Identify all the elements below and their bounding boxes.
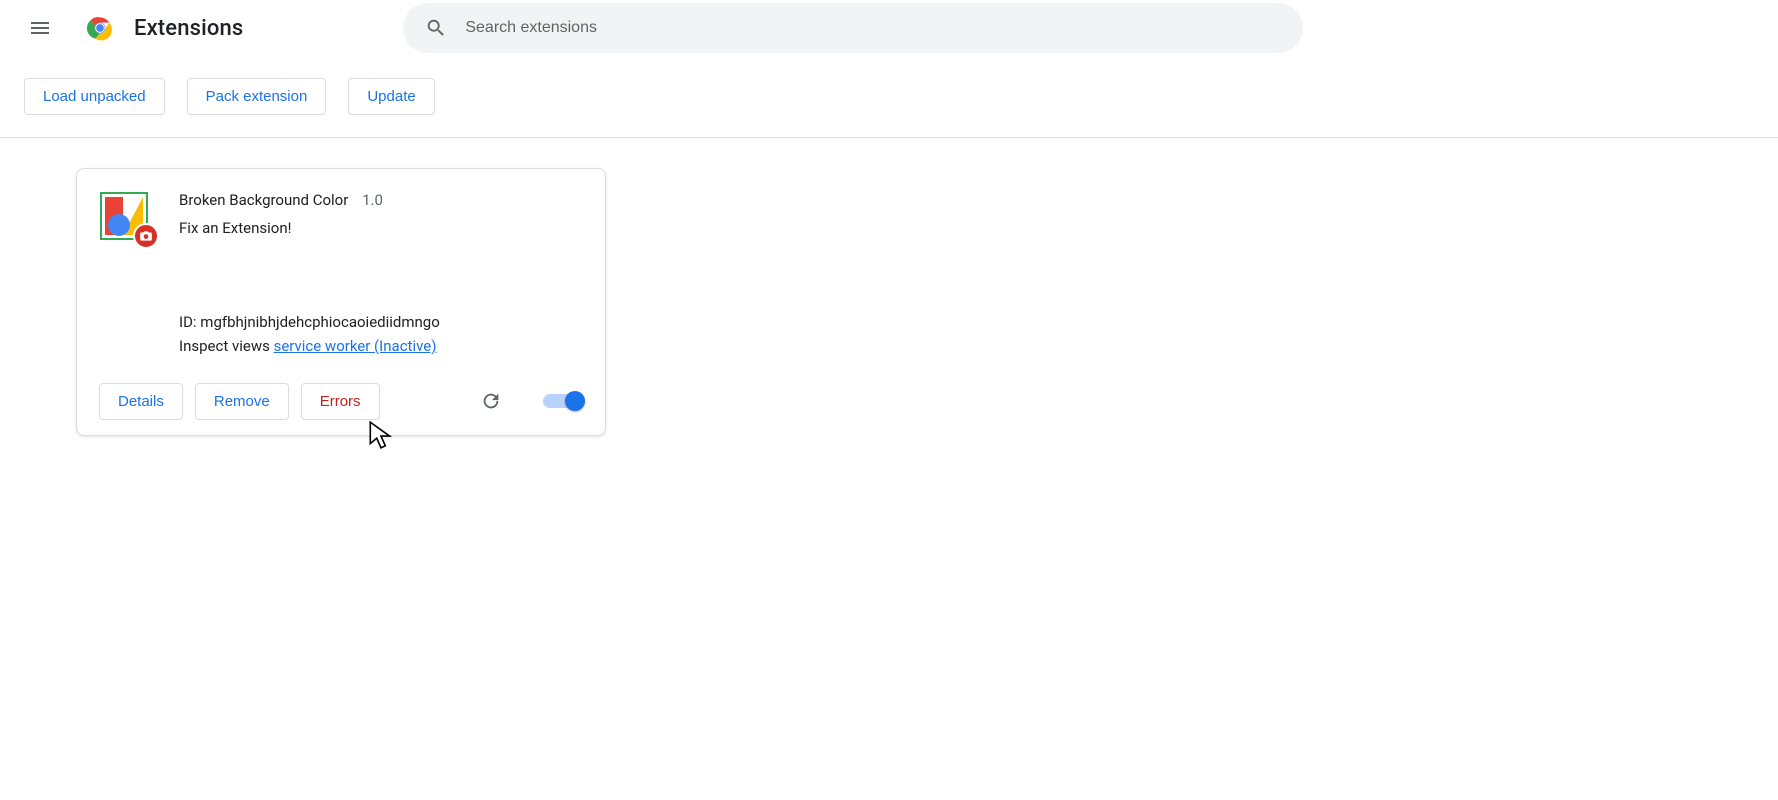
pack-extension-button[interactable]: Pack extension xyxy=(187,78,327,115)
chrome-logo-icon xyxy=(84,12,116,44)
menu-button[interactable] xyxy=(20,8,60,48)
top-bar: Extensions xyxy=(0,0,1778,56)
reload-button[interactable] xyxy=(471,381,511,421)
extension-title-line: Broken Background Color 1.0 xyxy=(179,191,583,209)
load-unpacked-button[interactable]: Load unpacked xyxy=(24,78,165,115)
unpacked-badge-icon xyxy=(133,223,159,249)
errors-button[interactable]: Errors xyxy=(301,383,380,420)
extensions-grid: Broken Background Color 1.0 Fix an Exten… xyxy=(0,138,1778,466)
extension-id: mgfbhjnibhjdehcphiocaoiediidmngo xyxy=(200,313,439,331)
extension-name: Broken Background Color xyxy=(179,191,348,209)
enable-toggle[interactable] xyxy=(543,390,583,412)
search-field[interactable] xyxy=(403,3,1303,53)
extension-id-line: ID: mgfbhjnibhjdehcphiocaoiediidmngo xyxy=(179,313,583,331)
extension-version: 1.0 xyxy=(362,191,383,209)
extension-icon xyxy=(99,191,149,241)
inspect-views-line: Inspect views service worker (Inactive) xyxy=(179,337,583,355)
remove-button[interactable]: Remove xyxy=(195,383,289,420)
update-button[interactable]: Update xyxy=(348,78,434,115)
id-label: ID: xyxy=(179,313,197,331)
reload-icon xyxy=(480,390,502,412)
toggle-knob xyxy=(565,391,585,411)
card-footer: Details Remove Errors xyxy=(99,381,583,421)
inspect-views-label: Inspect views xyxy=(179,337,270,355)
hamburger-icon xyxy=(28,16,52,40)
page-title: Extensions xyxy=(134,16,243,41)
extension-description: Fix an Extension! xyxy=(179,219,583,237)
service-worker-link[interactable]: service worker (Inactive) xyxy=(274,337,437,355)
details-button[interactable]: Details xyxy=(99,383,183,420)
search-icon xyxy=(425,17,447,39)
extension-card: Broken Background Color 1.0 Fix an Exten… xyxy=(76,168,606,436)
toolbar: Load unpacked Pack extension Update xyxy=(0,56,1778,138)
search-input[interactable] xyxy=(465,19,1281,37)
